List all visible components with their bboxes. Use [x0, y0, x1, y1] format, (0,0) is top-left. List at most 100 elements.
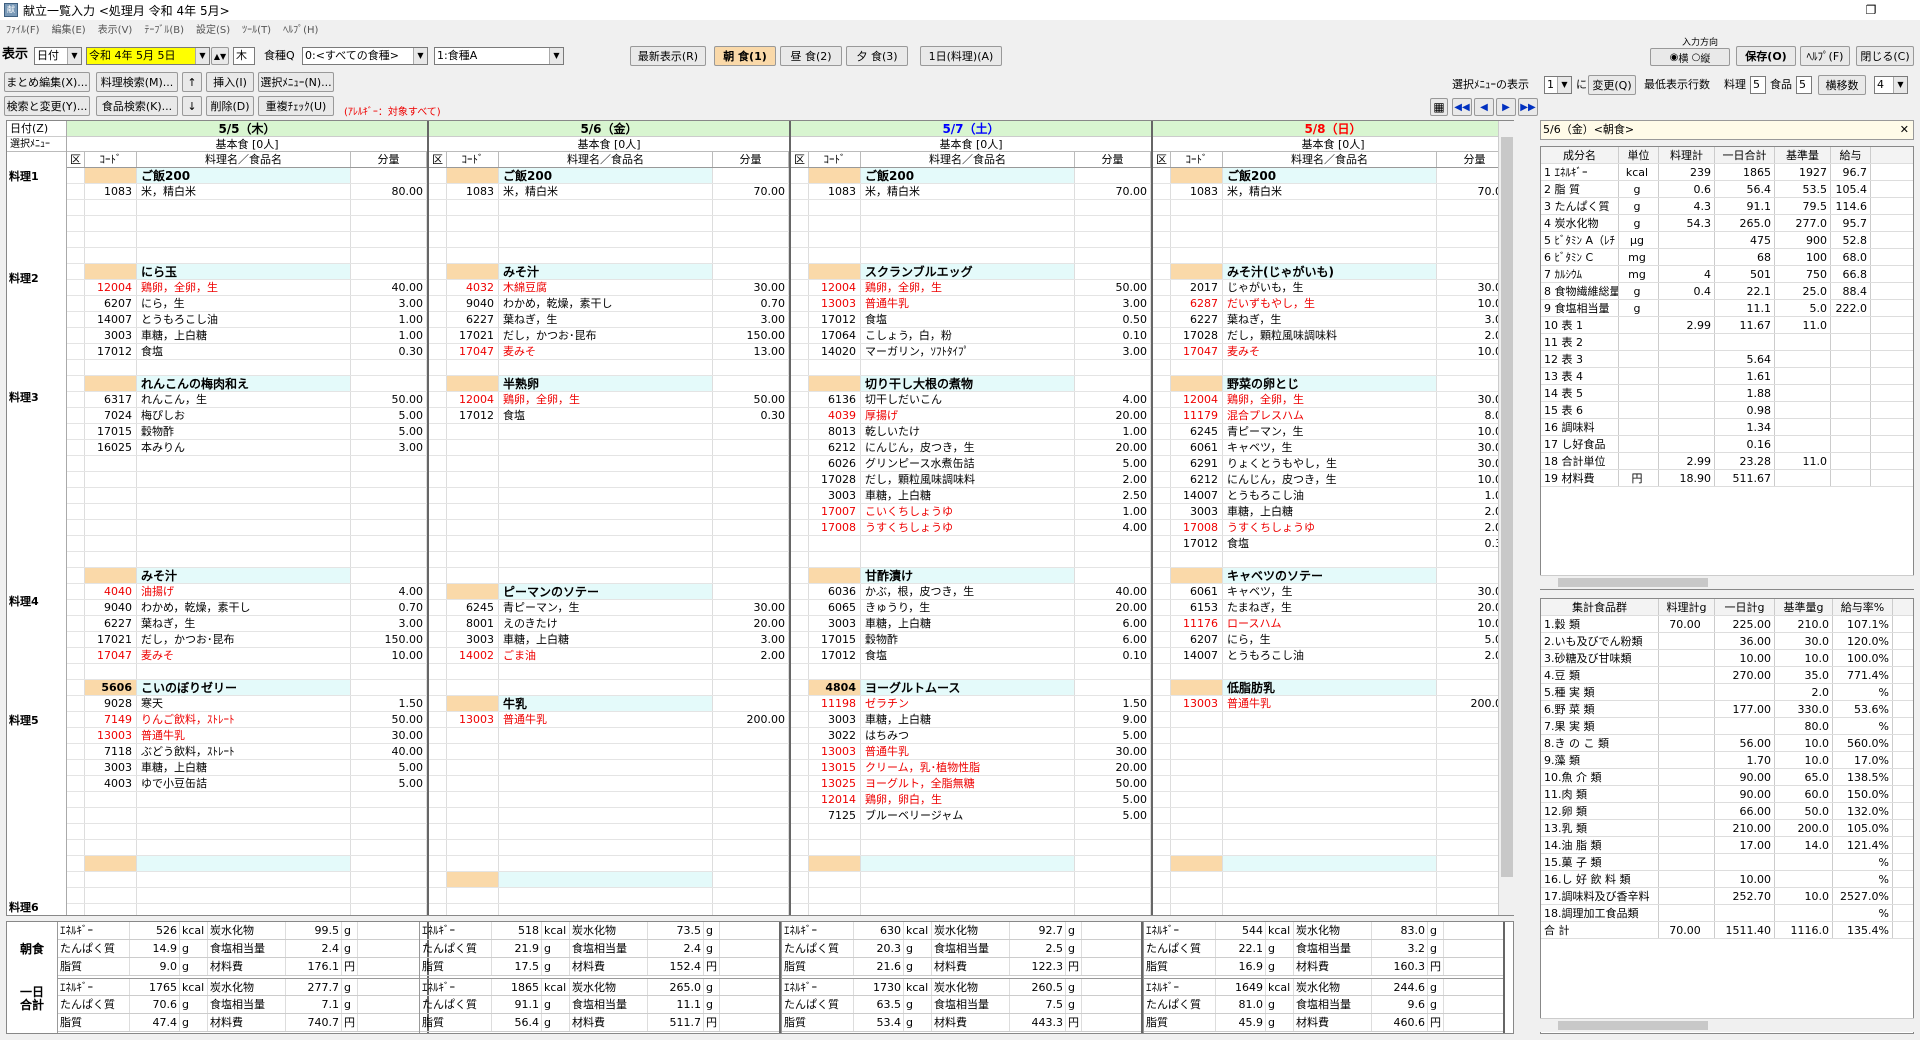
- food-row[interactable]: 13003 普通牛乳 3.00: [791, 296, 1151, 312]
- ku-cell[interactable]: [429, 808, 447, 823]
- name-cell[interactable]: 食塩: [499, 408, 713, 423]
- empty-row[interactable]: [429, 472, 789, 488]
- code-cell[interactable]: [1171, 888, 1223, 903]
- code-cell[interactable]: 17008: [1171, 520, 1223, 535]
- ku-cell[interactable]: [67, 296, 85, 311]
- name-cell[interactable]: グリンピース水煮缶詰: [861, 456, 1075, 471]
- empty-row[interactable]: [429, 856, 789, 872]
- empty-row[interactable]: [791, 840, 1151, 856]
- name-cell[interactable]: ご飯200: [861, 168, 1075, 183]
- empty-row[interactable]: [429, 744, 789, 760]
- ku-cell[interactable]: [67, 904, 85, 915]
- empty-row[interactable]: [1153, 776, 1513, 792]
- ku-cell[interactable]: [1153, 520, 1171, 535]
- code-cell[interactable]: 6026: [809, 456, 861, 471]
- amount-cell[interactable]: 50.00: [351, 712, 427, 727]
- code-cell[interactable]: [1171, 360, 1223, 375]
- ku-cell[interactable]: [1153, 472, 1171, 487]
- ku-cell[interactable]: [1153, 392, 1171, 407]
- name-cell[interactable]: 米，精白米: [499, 184, 713, 199]
- empty-row[interactable]: [67, 504, 427, 520]
- dish-row[interactable]: ご飯200: [67, 168, 427, 184]
- amount-cell[interactable]: 30.00: [713, 600, 789, 615]
- food-row[interactable]: 6153 たまねぎ，生 20.00: [1153, 600, 1513, 616]
- name-cell[interactable]: だし，かつお･昆布: [137, 632, 351, 647]
- dish-row[interactable]: 野菜の卵とじ: [1153, 376, 1513, 392]
- code-cell[interactable]: 14007: [1171, 648, 1223, 663]
- name-cell[interactable]: ご飯200: [1223, 168, 1437, 183]
- ku-cell[interactable]: [791, 872, 809, 887]
- day-header[interactable]: 5/7（土）: [791, 121, 1151, 137]
- amount-cell[interactable]: 0.30: [713, 408, 789, 423]
- food-row[interactable]: 6227 葉ねぎ，生 3.00: [429, 312, 789, 328]
- code-cell[interactable]: [447, 168, 499, 183]
- food-row[interactable]: 6212 にんじん，皮つき，生 10.00: [1153, 472, 1513, 488]
- name-cell[interactable]: 車糖，上白糖: [861, 712, 1075, 727]
- restore-icon[interactable]: ❐: [1848, 0, 1894, 20]
- code-cell[interactable]: 3003: [809, 712, 861, 727]
- code-cell[interactable]: 13025: [809, 776, 861, 791]
- name-cell[interactable]: ヨーグルトムース: [861, 680, 1075, 695]
- amount-cell[interactable]: 1.00: [1075, 424, 1151, 439]
- food-row[interactable]: 3003 車糖，上白糖 2.00: [1153, 504, 1513, 520]
- table-row[interactable]: 2 脂 質 g 0.6 56.4 53.5 105.4: [1541, 181, 1913, 198]
- food-row[interactable]: 17064 こしょう，白，粉 0.10: [791, 328, 1151, 344]
- amount-cell[interactable]: [351, 680, 427, 695]
- empty-row[interactable]: [67, 520, 427, 536]
- ku-cell[interactable]: [67, 632, 85, 647]
- name-cell[interactable]: [499, 504, 713, 519]
- table-row[interactable]: 14 表 5 1.88: [1541, 385, 1913, 402]
- code-cell[interactable]: 6212: [809, 440, 861, 455]
- code-cell[interactable]: [447, 824, 499, 839]
- food-row[interactable]: 12004 鶏卵，全卵，生 50.00: [791, 280, 1151, 296]
- code-cell[interactable]: 17012: [447, 408, 499, 423]
- name-cell[interactable]: マーガリン，ｿﾌﾄﾀｲﾌﾟ: [861, 344, 1075, 359]
- name-cell[interactable]: [499, 456, 713, 471]
- code-cell[interactable]: 13003: [809, 744, 861, 759]
- name-cell[interactable]: キャベツ，生: [1223, 440, 1437, 455]
- delete-button[interactable]: 削除(D): [206, 96, 254, 116]
- code-cell[interactable]: 12004: [447, 392, 499, 407]
- amount-cell[interactable]: 40.00: [351, 280, 427, 295]
- empty-row[interactable]: [1153, 664, 1513, 680]
- code-cell[interactable]: 14002: [447, 648, 499, 663]
- table-row[interactable]: 13 表 4 1.61: [1541, 368, 1913, 385]
- name-cell[interactable]: [861, 840, 1075, 855]
- ku-cell[interactable]: [67, 472, 85, 487]
- name-cell[interactable]: だいずもやし，生: [1223, 296, 1437, 311]
- table-row[interactable]: 6.野 菜 類 177.00 330.0 53.6%: [1541, 701, 1913, 718]
- ku-cell[interactable]: [67, 520, 85, 535]
- name-cell[interactable]: 鶏卵，全卵，生: [1223, 392, 1437, 407]
- amount-cell[interactable]: [713, 664, 789, 679]
- ku-cell[interactable]: [791, 568, 809, 583]
- code-cell[interactable]: [809, 664, 861, 679]
- dish-row[interactable]: [429, 872, 789, 888]
- name-cell[interactable]: [861, 232, 1075, 247]
- table-row[interactable]: 8.き の こ 類 56.00 10.0 560.0%: [1541, 735, 1913, 752]
- code-cell[interactable]: [447, 792, 499, 807]
- select-menu-button[interactable]: 選択ﾒﾆｭｰ(N)...: [258, 72, 334, 92]
- ku-cell[interactable]: [429, 888, 447, 903]
- code-cell[interactable]: [85, 200, 137, 215]
- empty-row[interactable]: [1153, 872, 1513, 888]
- ku-cell[interactable]: [791, 488, 809, 503]
- code-cell[interactable]: 6061: [1171, 440, 1223, 455]
- code-cell[interactable]: 13003: [1171, 696, 1223, 711]
- name-cell[interactable]: 厚揚げ: [861, 408, 1075, 423]
- menu-item-2[interactable]: 表示(V): [98, 22, 133, 40]
- empty-row[interactable]: [1153, 808, 1513, 824]
- table-row[interactable]: 10 表 1 2.99 11.67 11.0: [1541, 317, 1913, 334]
- name-cell[interactable]: みそ汁(じゃがいも): [1223, 264, 1437, 279]
- amount-cell[interactable]: 6.00: [1075, 616, 1151, 631]
- amount-cell[interactable]: 1.50: [351, 696, 427, 711]
- food-row[interactable]: 16025 本みりん 3.00: [67, 440, 427, 456]
- name-cell[interactable]: ご飯200: [499, 168, 713, 183]
- name-cell[interactable]: たまねぎ，生: [1223, 600, 1437, 615]
- ku-cell[interactable]: [67, 216, 85, 231]
- empty-row[interactable]: [429, 904, 789, 915]
- amount-cell[interactable]: 200.00: [713, 712, 789, 727]
- code-cell[interactable]: 7149: [85, 712, 137, 727]
- food-row[interactable]: 13015 クリーム，乳･植物性脂 20.00: [791, 760, 1151, 776]
- code-cell[interactable]: 17064: [809, 328, 861, 343]
- ku-cell[interactable]: [429, 472, 447, 487]
